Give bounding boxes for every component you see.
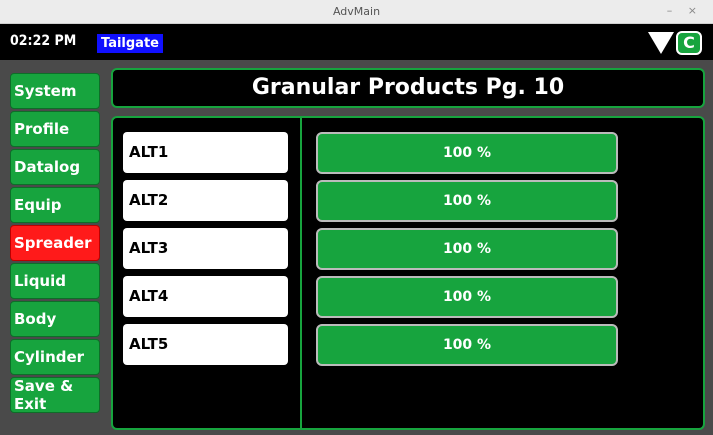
nav-system-button[interactable]: System (10, 73, 100, 109)
nav-datalog-button[interactable]: Datalog (10, 149, 100, 185)
page-title: Granular Products Pg. 10 (111, 68, 705, 108)
row-label-alt3: ALT3 (123, 228, 288, 269)
window-titlebar: AdvMain – × (0, 0, 713, 24)
window-controls[interactable]: – × (667, 4, 703, 17)
nav-equip-button[interactable]: Equip (10, 187, 100, 223)
nav-cylinder-button[interactable]: Cylinder (10, 339, 100, 375)
row-label-alt4: ALT4 (123, 276, 288, 317)
header-bar: 02:22 PM Tailgate C (0, 24, 713, 60)
c-button[interactable]: C (676, 31, 702, 55)
nav-body-button[interactable]: Body (10, 301, 100, 337)
alt5-value-button[interactable]: 100 % (316, 324, 618, 366)
alt3-value-button[interactable]: 100 % (316, 228, 618, 270)
alt1-value-button[interactable]: 100 % (316, 132, 618, 174)
alt4-value-button[interactable]: 100 % (316, 276, 618, 318)
window-title: AdvMain (332, 5, 381, 18)
alt2-value-button[interactable]: 100 % (316, 180, 618, 222)
row-label-alt1: ALT1 (123, 132, 288, 173)
mode-badge: Tailgate (97, 34, 163, 53)
nav-save-exit-button[interactable]: Save & Exit (10, 377, 100, 413)
funnel-icon (648, 32, 674, 54)
nav-profile-button[interactable]: Profile (10, 111, 100, 147)
panel-divider (300, 118, 302, 428)
nav-liquid-button[interactable]: Liquid (10, 263, 100, 299)
nav-spreader-button[interactable]: Spreader (10, 225, 100, 261)
clock-time: 02:22 PM (10, 33, 77, 49)
row-label-alt2: ALT2 (123, 180, 288, 221)
row-label-alt5: ALT5 (123, 324, 288, 365)
